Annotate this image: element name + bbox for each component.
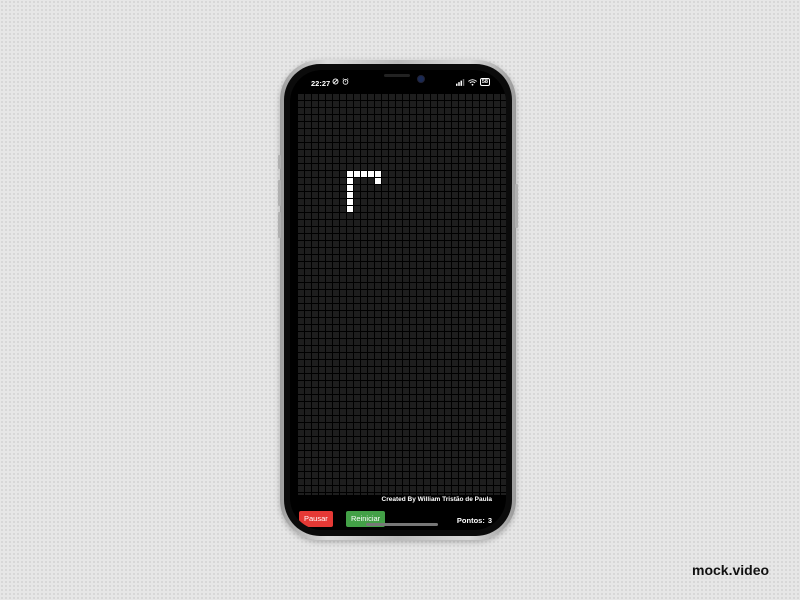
snake-segment [347,178,353,184]
sync-icon [332,78,339,85]
snake-segment [347,185,353,191]
status-bar: 22:27 58 [290,70,506,92]
snake-segment [375,171,381,177]
snake-segment [368,171,374,177]
snake-segment [347,192,353,198]
status-time: 22:27 [311,79,331,88]
snake-segment [347,199,353,205]
snake-segment [347,171,353,177]
phone-frame: 22:27 58 Created By William Tristão de P… [278,60,518,540]
speaker-grille [384,74,410,77]
home-indicator[interactable] [366,523,438,526]
power-button [515,184,518,228]
status-icons-left [332,78,349,85]
score-value: 3 [487,516,492,525]
score-label: Pontos: [456,516,485,525]
snake-segment [361,171,367,177]
snake-segment [354,171,360,177]
watermark-text: mock.video [692,562,770,578]
signal-icon [455,78,465,86]
battery-level: 58 [479,78,490,86]
notch [352,70,452,88]
alarm-icon [342,78,349,85]
battery-icon: 58 [479,78,490,86]
score-display: Pontos: 3 [457,516,492,525]
front-camera [417,75,425,83]
wifi-icon [467,78,477,86]
game-board[interactable] [297,93,506,495]
phone-bezel: 22:27 58 Created By William Tristão de P… [284,64,512,536]
volume-down-button [278,212,281,238]
volume-up-button [278,180,281,206]
status-icons-right: 58 [455,78,490,86]
phone-screen: 22:27 58 Created By William Tristão de P… [290,70,506,530]
pause-button[interactable]: Pausar [299,511,333,527]
credit-text: Created By William Tristão de Paula [381,496,492,503]
silent-switch [278,155,281,169]
snake-head [375,178,381,184]
snake-segment [347,206,353,212]
